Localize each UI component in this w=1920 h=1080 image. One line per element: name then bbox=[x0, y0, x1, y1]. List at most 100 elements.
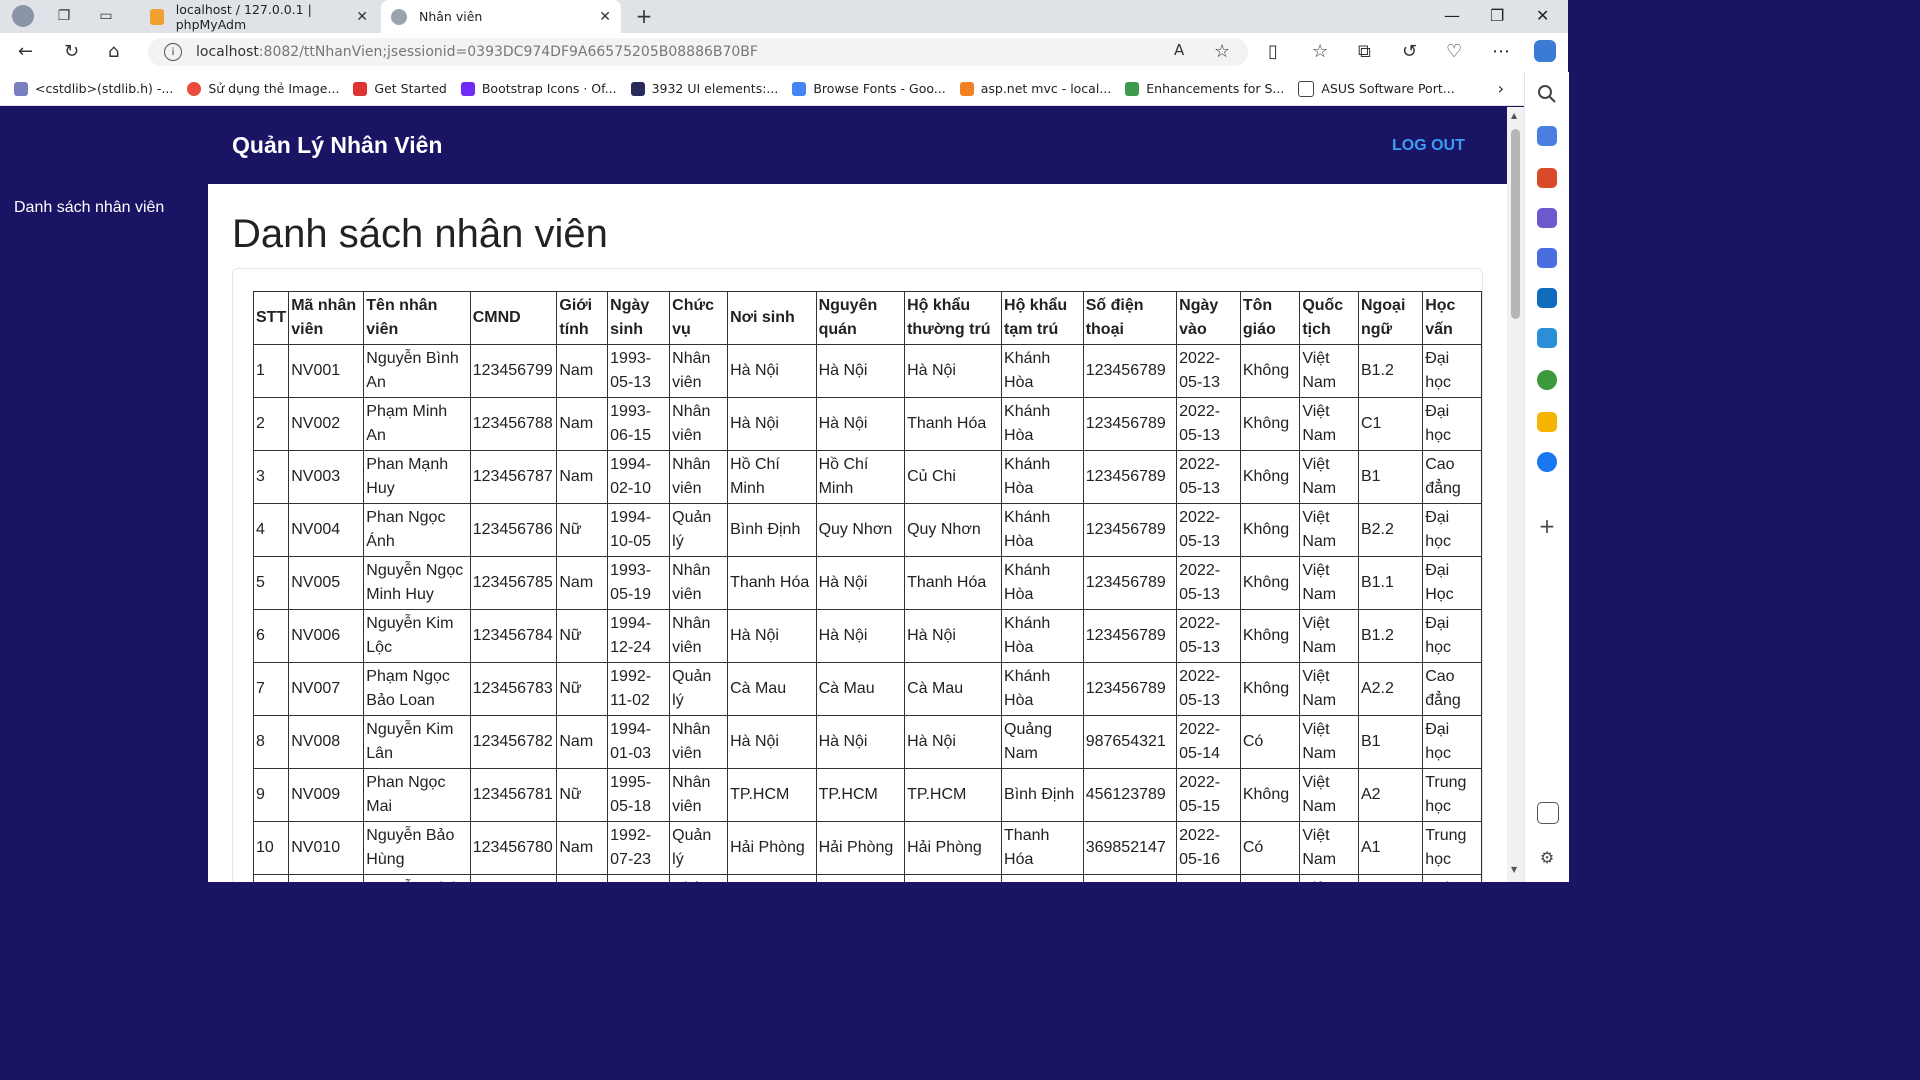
send-icon[interactable] bbox=[1537, 328, 1557, 348]
info-icon[interactable]: i bbox=[164, 43, 182, 61]
table-cell: 123456789 bbox=[1082, 609, 1178, 663]
favorite-star-icon[interactable]: ☆ bbox=[1214, 41, 1230, 62]
table-cell: 369852147 bbox=[1082, 821, 1178, 875]
table-cell: 123456789 bbox=[1082, 450, 1178, 504]
read-aloud-icon[interactable]: A bbox=[1174, 41, 1184, 59]
microsoft-365-icon[interactable] bbox=[1537, 248, 1557, 268]
page-scrollbar[interactable]: ▲ ▼ bbox=[1507, 107, 1524, 882]
table-cell: Cà Mau bbox=[904, 662, 1003, 716]
sidebar-item-employee-list[interactable]: Danh sách nhân viên bbox=[14, 199, 164, 217]
table-cell: 123456789 bbox=[1082, 397, 1178, 451]
table-cell: Khánh Hòa bbox=[1001, 344, 1084, 398]
more-icon[interactable]: ⋯ bbox=[1492, 41, 1510, 62]
bookmark-item[interactable]: asp.net mvc - local... bbox=[959, 81, 1111, 96]
table-cell: 1994-02-10 bbox=[607, 450, 671, 504]
bookmark-item[interactable]: Browse Fonts - Goo... bbox=[792, 81, 946, 96]
table-cell: Hà Nội bbox=[904, 609, 1003, 663]
table-cell: 1993-05-13 bbox=[607, 344, 671, 398]
performance-icon[interactable]: ♡ bbox=[1446, 41, 1462, 62]
scrollbar-thumb[interactable] bbox=[1511, 129, 1520, 319]
table-cell: Nhân viên bbox=[669, 556, 729, 610]
bookmark-item[interactable]: ASUS Software Port... bbox=[1298, 80, 1455, 97]
bookmark-item[interactable]: Enhancements for S... bbox=[1125, 81, 1284, 96]
table-row: 10 NV010 Nguyễn Bảo Hùng 123456780 Nam 1992-0… bbox=[252, 821, 1482, 875]
table-cell: 1994-12-24 bbox=[607, 609, 671, 663]
tab-nhan-vien[interactable]: Nhân viên ✕ bbox=[381, 0, 621, 33]
bookmark-item[interactable]: Bootstrap Icons · Of... bbox=[460, 81, 617, 96]
table-cell: NV007 bbox=[288, 662, 365, 716]
table-cell: Phan Ngọc Mai bbox=[363, 768, 471, 822]
table-cell: Nam bbox=[556, 715, 609, 769]
table-row: 5 NV005 Nguyễn Ngọc Minh Huy 123456785 Nam 19… bbox=[252, 556, 1482, 610]
table-cell: 6 bbox=[252, 609, 290, 663]
table-row: Nguyễn Minh 1993-Nhân 2022- Việt Đại bbox=[252, 874, 1482, 882]
close-icon[interactable]: ✕ bbox=[356, 9, 368, 25]
table-cell: A2 bbox=[1357, 768, 1424, 822]
outlook-icon[interactable] bbox=[1537, 288, 1557, 308]
history-icon[interactable]: ↺ bbox=[1402, 41, 1417, 62]
tools-icon[interactable] bbox=[1537, 168, 1557, 188]
table-cell: Bình Định bbox=[1001, 768, 1084, 822]
table-cell: Hải Phòng bbox=[904, 821, 1003, 875]
app-brand[interactable]: Quản Lý Nhân Viên bbox=[232, 132, 442, 159]
table-cell: 2022-05-16 bbox=[1176, 821, 1241, 875]
screenshot-icon[interactable] bbox=[1537, 802, 1559, 824]
shopping-tag-icon[interactable] bbox=[1537, 126, 1557, 146]
bookmark-item[interactable]: <cstdlib>(stdlib.h) -... bbox=[14, 81, 173, 96]
table-cell: Quy Nhơn bbox=[904, 503, 1003, 557]
table-cell: Không bbox=[1239, 662, 1301, 716]
games-icon[interactable] bbox=[1537, 208, 1557, 228]
table-cell: Hồ Chí Minh bbox=[815, 450, 906, 504]
table-cell bbox=[469, 874, 558, 882]
table-cell: 123456788 bbox=[469, 397, 558, 451]
bookmark-item[interactable]: 3932 UI elements:... bbox=[630, 81, 778, 96]
table-cell: Trung học bbox=[1422, 821, 1482, 875]
table-row: 3 NV003 Phan Mạnh Huy 123456787 Nam 1994-02-1… bbox=[252, 450, 1482, 504]
scroll-down-icon[interactable]: ▼ bbox=[1511, 865, 1517, 874]
table-cell: 2022-05-13 bbox=[1176, 556, 1241, 610]
table-body: 1 NV001 Nguyễn Bình An 123456799 Nam 1993-05-… bbox=[252, 344, 1482, 882]
table-cell: NV005 bbox=[288, 556, 365, 610]
scroll-up-icon[interactable]: ▲ bbox=[1511, 111, 1517, 120]
home-icon[interactable]: ⌂ bbox=[108, 41, 119, 62]
bookmark-label: ASUS Software Port... bbox=[1321, 81, 1455, 96]
table-cell: A1 bbox=[1357, 821, 1424, 875]
table-cell: Hà Nội bbox=[727, 397, 817, 451]
facebook-icon[interactable] bbox=[1537, 452, 1557, 472]
url-input[interactable]: i localhost:8082/ttNhanVien;jsessionid=0… bbox=[148, 38, 1248, 66]
page-title: Danh sách nhân viên bbox=[232, 212, 608, 256]
minimize-icon[interactable]: — bbox=[1444, 6, 1460, 25]
maximize-icon[interactable]: ❐ bbox=[1490, 6, 1504, 25]
table-cell: Thanh Hóa bbox=[1001, 821, 1084, 875]
profile-avatar[interactable] bbox=[12, 5, 34, 27]
search-icon[interactable] bbox=[1537, 84, 1557, 104]
tree-icon[interactable] bbox=[1537, 370, 1557, 390]
logout-link[interactable]: LOG OUT bbox=[1392, 137, 1465, 155]
table-cell: Hải Phòng bbox=[727, 821, 817, 875]
table-cell: 123456785 bbox=[469, 556, 558, 610]
table-cell: TP.HCM bbox=[904, 768, 1003, 822]
chevron-right-icon[interactable]: › bbox=[1498, 79, 1504, 98]
copilot-icon[interactable] bbox=[1534, 40, 1556, 62]
back-icon[interactable]: ← bbox=[18, 41, 33, 62]
split-screen-icon[interactable]: ▯ bbox=[1268, 41, 1278, 62]
table-cell: 8 bbox=[252, 715, 290, 769]
collections-icon[interactable]: ⧉ bbox=[1358, 41, 1371, 62]
close-icon[interactable]: ✕ bbox=[599, 9, 611, 25]
bookmark-label: Get Started bbox=[374, 81, 447, 96]
window-close-icon[interactable]: ✕ bbox=[1536, 6, 1549, 25]
refresh-icon[interactable]: ↻ bbox=[64, 41, 79, 62]
bookmark-item[interactable]: Get Started bbox=[353, 81, 447, 96]
tab-actions-icon[interactable]: ▭ bbox=[96, 6, 116, 26]
table-cell: 2022-05-13 bbox=[1176, 503, 1241, 557]
tab-phpmyadmin[interactable]: localhost / 127.0.0.1 | phpMyAdm ✕ bbox=[140, 0, 378, 33]
workspaces-icon[interactable]: ❐ bbox=[54, 6, 74, 26]
favorites-icon[interactable]: ☆ bbox=[1312, 41, 1328, 62]
bookmark-item[interactable]: Sử dụng thẻ Image... bbox=[187, 81, 339, 96]
bookmark-label: Bootstrap Icons · Of... bbox=[481, 81, 617, 96]
table-cell bbox=[288, 874, 365, 882]
google-drive-icon[interactable] bbox=[1537, 412, 1557, 432]
new-tab-icon[interactable]: + bbox=[634, 4, 654, 28]
add-icon[interactable]: + bbox=[1537, 516, 1557, 536]
settings-gear-icon[interactable]: ⚙ bbox=[1537, 848, 1557, 868]
